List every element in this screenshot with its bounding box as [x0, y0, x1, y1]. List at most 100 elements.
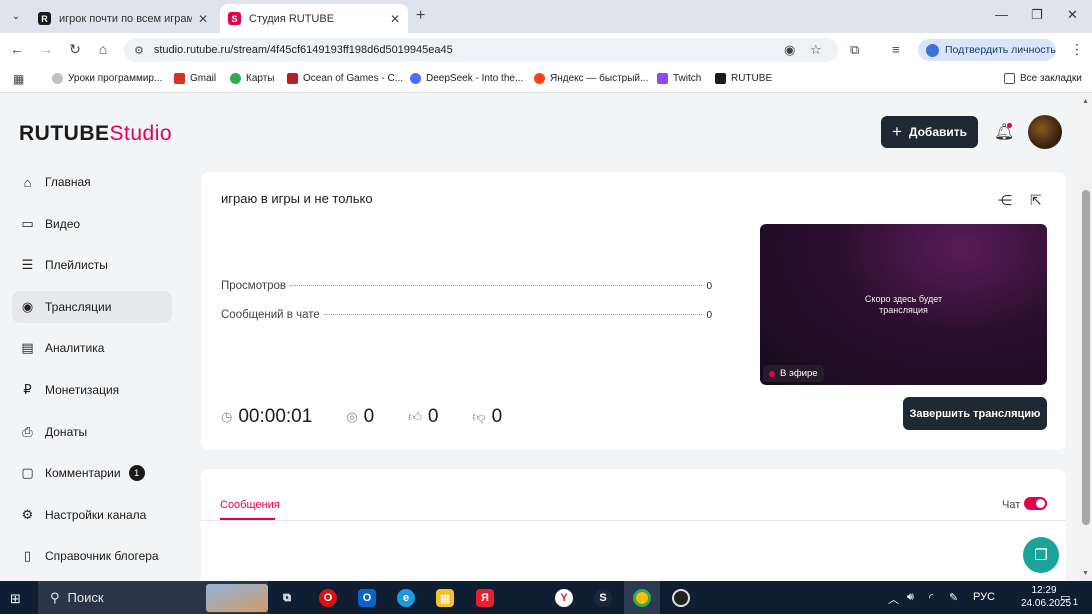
bookmark-item[interactable]: DeepSeek - Into the... — [410, 73, 523, 84]
sidebar-item-home[interactable]: ⌂ Главная — [12, 166, 172, 198]
metric-dislikes: 👎︎ 0 — [472, 406, 502, 428]
opera-icon[interactable]: O — [319, 589, 337, 607]
studio-page: RUTUBEStudio + Добавить 🔔︎ ⌂ Главная ▭ Вид… — [0, 94, 1080, 581]
bookmark-item[interactable]: Ocean of Games - C... — [287, 73, 403, 84]
maps-icon — [230, 73, 241, 84]
task-view-icon[interactable]: ⧉ — [278, 589, 296, 607]
sidebar-item-label: Видео — [45, 216, 81, 231]
bookmark-item[interactable]: RUTUBE — [715, 73, 772, 84]
notifications-icon[interactable]: ▭ — [1060, 591, 1070, 604]
media-icon[interactable]: ≡ — [892, 42, 900, 57]
store-icon[interactable]: ▦ — [436, 589, 454, 607]
obs-icon[interactable] — [672, 589, 690, 607]
close-icon[interactable]: ✕ — [390, 12, 400, 26]
rutube-studio-logo[interactable]: RUTUBEStudio — [19, 122, 172, 146]
support-chat-button[interactable]: ❐ — [1023, 537, 1059, 573]
steam-icon[interactable]: S — [594, 589, 612, 607]
viewers-value: 0 — [363, 406, 375, 427]
deepseek-icon — [410, 73, 421, 84]
end-stream-button[interactable]: Завершить трансляцию — [903, 397, 1047, 430]
verify-identity-button[interactable]: Подтвердить личность — [918, 39, 1056, 61]
stat-label: Сообщений в чате — [221, 309, 320, 321]
comments-icon: ▢ — [21, 465, 34, 481]
stream-preview[interactable]: Скоро здесь будет трансляция В эфире — [760, 224, 1047, 385]
sidebar-item-donations[interactable]: ⎙ Донаты — [12, 416, 172, 448]
preview-text-line1: Скоро здесь будет — [864, 294, 943, 304]
outlook-icon[interactable]: O — [358, 589, 376, 607]
restore-icon[interactable]: ❐ — [1031, 7, 1043, 23]
chrome-icon[interactable] — [633, 589, 651, 607]
bookmark-item[interactable]: Яндекс — быстрый... — [534, 73, 648, 84]
video-icon: ▭ — [21, 215, 34, 231]
star-icon[interactable]: ☆ — [810, 42, 822, 58]
sidebar-item-settings[interactable]: ⚙ Настройки канала — [12, 499, 172, 531]
windows-taskbar: ⊞ ⚲ Поиск ⧉ O O e ▦ Я Y S ︿ 🔊︎ ◜ ✎ РУС 1… — [0, 581, 1092, 614]
tab-active[interactable]: S Студия RUTUBE ✕ — [220, 4, 408, 33]
bookmark-item[interactable]: Уроки программир... — [52, 73, 162, 84]
tray-chevron-icon[interactable]: ︿ — [888, 591, 899, 607]
volume-icon[interactable]: 🔊︎ — [907, 591, 914, 604]
tab-inactive[interactable]: R игрок почти по всем играм. С ✕ — [30, 4, 216, 33]
tab-search-icon[interactable]: ⌄ — [6, 6, 26, 26]
duration-value: 00:00:01 — [238, 406, 313, 427]
new-tab-icon[interactable]: + — [416, 7, 425, 25]
reload-icon[interactable]: ↻ — [66, 41, 84, 58]
sidebar-item-label: Донаты — [45, 424, 88, 439]
extensions-icon[interactable]: ⧉ — [850, 42, 859, 58]
scroll-down-icon[interactable]: ▼ — [1082, 570, 1089, 577]
menu-icon[interactable]: ⋮ — [1070, 41, 1084, 58]
sidebar-item-guide[interactable]: ▯ Справочник блогера — [12, 540, 172, 572]
home-browser-icon[interactable]: ⌂ — [94, 41, 112, 57]
close-window-icon[interactable]: ✕ — [1067, 7, 1078, 23]
yandex-icon[interactable]: Y — [555, 589, 573, 607]
sidebar-item-analytics[interactable]: ▤ Аналитика — [12, 332, 172, 364]
viewer-icon: ◎ — [346, 409, 358, 424]
minimize-icon[interactable]: — — [995, 7, 1008, 22]
sidebar-item-broadcasts[interactable]: ◉ Трансляции — [12, 290, 172, 323]
eye-off-icon[interactable]: ◉ — [784, 42, 795, 58]
rutube-studio-favicon-icon: S — [228, 12, 241, 25]
scroll-up-icon[interactable]: ▲ — [1082, 98, 1089, 105]
address-bar[interactable]: ⚙ studio.rutube.ru/stream/4f45cf6149193f… — [124, 38, 838, 62]
network-icon[interactable]: ◜ — [929, 591, 933, 604]
external-link-icon[interactable]: ⇱ — [1030, 192, 1042, 209]
bookmark-label: Gmail — [190, 73, 217, 84]
bookmark-label: Карты — [246, 73, 275, 84]
logo-sub: Studio — [109, 122, 173, 145]
chat-bubble-icon: ❐ — [1034, 547, 1048, 564]
chat-card: Сообщения Чат — [201, 469, 1066, 581]
forward-icon[interactable]: → — [37, 41, 55, 57]
preview-caption: Скоро здесь будет трансляция — [760, 294, 1047, 316]
yandex-browser-icon[interactable]: Я — [476, 589, 494, 607]
book-icon: ▯ — [23, 548, 32, 564]
taskbar-search[interactable]: ⚲ Поиск — [38, 581, 268, 614]
stream-card: играю в игры и не только ⋲ ⇱ Просмотров … — [201, 172, 1066, 450]
all-bookmarks[interactable]: Все закладки — [1004, 73, 1082, 84]
scrollbar-thumb[interactable] — [1082, 190, 1090, 525]
share-icon[interactable]: ⋲ — [998, 192, 1012, 209]
sidebar-item-playlists[interactable]: ☰ Плейлисты — [12, 249, 172, 281]
sidebar-item-video[interactable]: ▭ Видео — [12, 208, 172, 240]
bookmark-item[interactable]: Карты — [230, 73, 275, 84]
sidebar-item-label: Справочник блогера — [45, 549, 159, 564]
sidebar-item-monetization[interactable]: ₽ Монетизация — [12, 374, 172, 406]
language-indicator[interactable]: РУС — [973, 591, 995, 603]
avatar[interactable] — [1028, 115, 1062, 149]
bookmark-item[interactable]: Gmail — [174, 73, 216, 84]
add-button[interactable]: + Добавить — [881, 116, 978, 148]
bookmark-label: Яндекс — быстрый... — [550, 73, 649, 84]
notification-dot — [1007, 123, 1012, 128]
back-icon[interactable]: ← — [8, 41, 26, 57]
windows-start-icon[interactable]: ⊞ — [10, 591, 21, 607]
apps-grid-icon[interactable]: ▦ — [13, 72, 24, 86]
sidebar-item-comments[interactable]: ▢ Комментарии 1 — [12, 457, 172, 489]
site-info-icon[interactable]: ⚙ — [134, 44, 144, 57]
chat-toggle[interactable] — [1024, 497, 1047, 510]
tab-messages[interactable]: Сообщения — [220, 499, 280, 511]
page-scrollbar[interactable]: ▲ ▼ — [1080, 94, 1092, 581]
bookmark-label: RUTUBE — [731, 73, 773, 84]
close-icon[interactable]: ✕ — [198, 12, 208, 26]
edge-icon[interactable]: e — [397, 589, 415, 607]
pen-icon[interactable]: ✎ — [949, 591, 958, 604]
bookmark-item[interactable]: Twitch — [657, 73, 701, 84]
